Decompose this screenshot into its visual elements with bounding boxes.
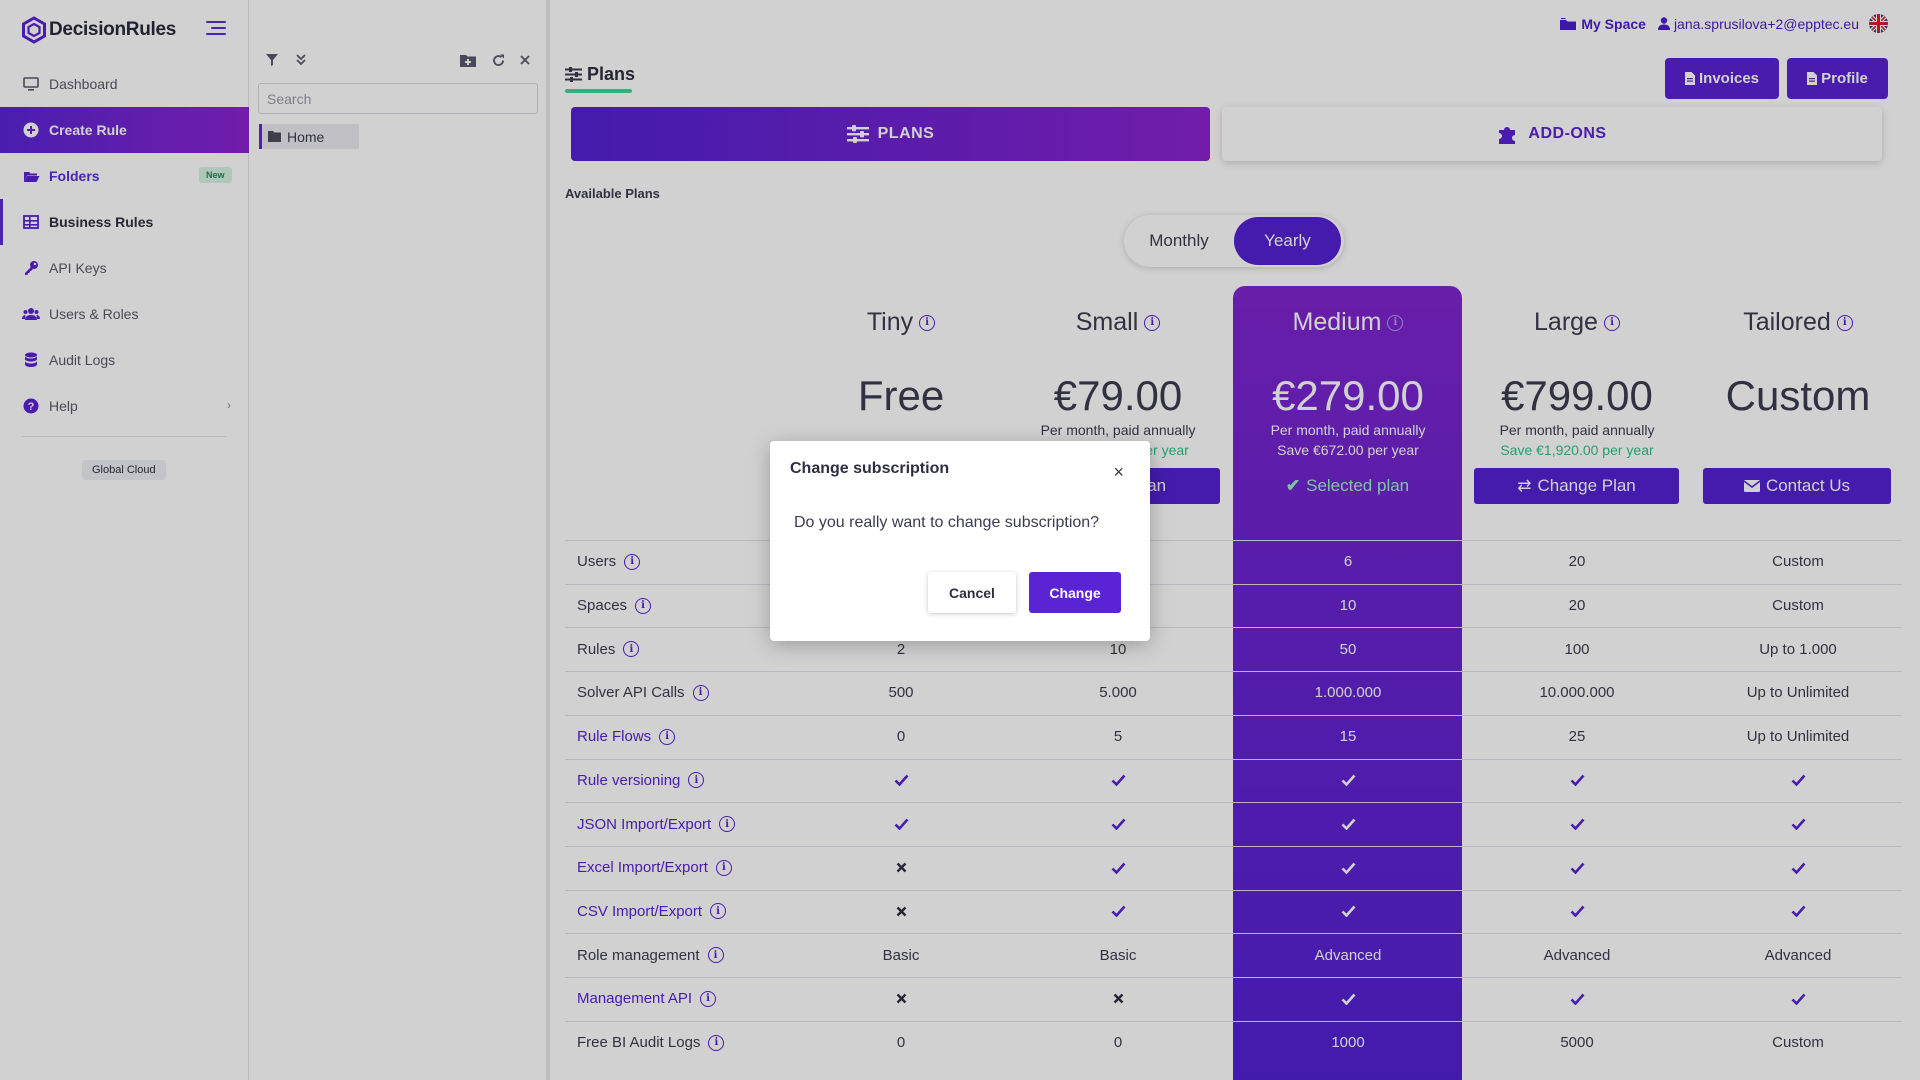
close-icon[interactable]: ×	[1113, 463, 1124, 481]
change-subscription-dialog: Change subscription × Do you really want…	[770, 441, 1150, 641]
dialog-message: Do you really want to change subscriptio…	[794, 514, 1100, 531]
cancel-button[interactable]: Cancel	[928, 572, 1016, 613]
change-button[interactable]: Change	[1029, 572, 1121, 613]
dialog-title: Change subscription	[790, 460, 950, 477]
